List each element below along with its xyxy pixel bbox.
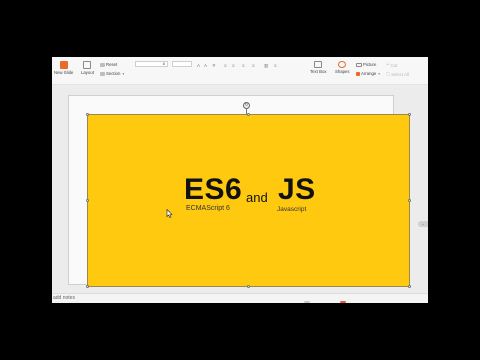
- select-all-button[interactable]: ▢ Select All: [386, 71, 409, 77]
- cut-button[interactable]: ✂ Cut: [386, 62, 397, 68]
- rotate-icon[interactable]: ↻: [243, 102, 250, 109]
- slide-title-es6[interactable]: ES6: [184, 175, 242, 205]
- font-size-box[interactable]: 8: [135, 61, 168, 67]
- select-all-label: Select All: [391, 71, 409, 77]
- layout-icon: [83, 61, 92, 69]
- reset-icon: [100, 62, 105, 67]
- shapes-button[interactable]: Shapes: [335, 61, 350, 74]
- cut-icon: ✂: [386, 62, 390, 67]
- slide[interactable]: ES6 and JS ECMAScript 6 Javascript: [88, 115, 409, 286]
- new-slide-icon: [59, 61, 68, 69]
- new-slide-button[interactable]: New Slide: [54, 61, 73, 75]
- select-all-icon: ▢: [386, 71, 391, 76]
- align-icon[interactable]: ≡: [252, 63, 255, 68]
- section-label: Section: [106, 71, 121, 76]
- layout-button[interactable]: Layout: [81, 61, 94, 75]
- shrink-font-icon[interactable]: A: [204, 63, 207, 68]
- arrange-icon: [356, 71, 360, 76]
- columns-icon[interactable]: ▥: [264, 63, 268, 69]
- numbering-icon[interactable]: ≡: [232, 63, 235, 68]
- side-panel-toggle[interactable]: ‹›: [418, 221, 428, 227]
- reset-button[interactable]: Reset: [100, 62, 117, 67]
- resize-handle[interactable]: [247, 285, 250, 288]
- notes-placeholder: add notes: [53, 295, 75, 301]
- section-button[interactable]: Section ▾: [100, 71, 124, 76]
- indent-icon[interactable]: ≡: [242, 63, 245, 68]
- slide-subtitle-javascript[interactable]: Javascript: [277, 206, 306, 214]
- reset-label: Reset: [106, 62, 118, 67]
- arrange-button[interactable]: Arrange ▾: [356, 71, 380, 76]
- new-slide-label: New Slide: [54, 70, 74, 75]
- pointer-cursor-icon: [166, 209, 173, 218]
- text-box-label: Text Box: [310, 69, 327, 74]
- status-indicator: [304, 301, 310, 303]
- chevron-down-icon: ▾: [378, 71, 381, 76]
- picture-button[interactable]: Picture: [356, 62, 376, 67]
- slide-canvas: ↻ ES6 and JS ECMAScript 6 Javascript ‹›: [52, 85, 428, 293]
- resize-handle[interactable]: [408, 113, 411, 116]
- ribbon-toolbar: New Slide Layout Reset Section ▾ 8 A A ✕…: [52, 57, 428, 85]
- layout-label: Layout: [81, 70, 94, 75]
- cut-label: Cut: [390, 62, 398, 68]
- slide-connector-and[interactable]: and: [246, 191, 268, 205]
- resize-handle[interactable]: [86, 199, 89, 202]
- chevron-down-icon: ▾: [122, 71, 125, 76]
- arrange-label: Arrange: [361, 71, 377, 76]
- resize-handle[interactable]: [408, 285, 411, 288]
- line-spacing-icon[interactable]: ≡: [274, 63, 277, 68]
- presentation-editor-window: New Slide Layout Reset Section ▾ 8 A A ✕…: [52, 57, 428, 303]
- resize-handle[interactable]: [408, 199, 411, 202]
- text-box-icon: [314, 61, 323, 68]
- picture-icon: [356, 62, 362, 67]
- status-indicator: [340, 301, 346, 303]
- clear-format-icon[interactable]: ✕: [212, 63, 216, 69]
- bullets-icon[interactable]: ≡: [224, 63, 227, 68]
- notes-pane[interactable]: add notes: [52, 293, 428, 303]
- slide-frame: ↻ ES6 and JS ECMAScript 6 Javascript: [68, 95, 411, 288]
- section-icon: [100, 71, 105, 76]
- resize-handle[interactable]: [86, 113, 89, 116]
- font-style-box[interactable]: [172, 61, 192, 67]
- font-size-value: 8: [162, 61, 165, 66]
- resize-handle[interactable]: [86, 285, 89, 288]
- slide-title-js[interactable]: JS: [278, 175, 316, 205]
- picture-label: Picture: [363, 62, 377, 67]
- resize-handle[interactable]: [247, 113, 250, 116]
- shapes-icon: [338, 61, 347, 68]
- shapes-label: Shapes: [335, 69, 350, 74]
- bold-icon[interactable]: A: [197, 63, 200, 68]
- slide-subtitle-ecmascript[interactable]: ECMAScript 6: [186, 205, 230, 213]
- text-box-button[interactable]: Text Box: [310, 61, 326, 74]
